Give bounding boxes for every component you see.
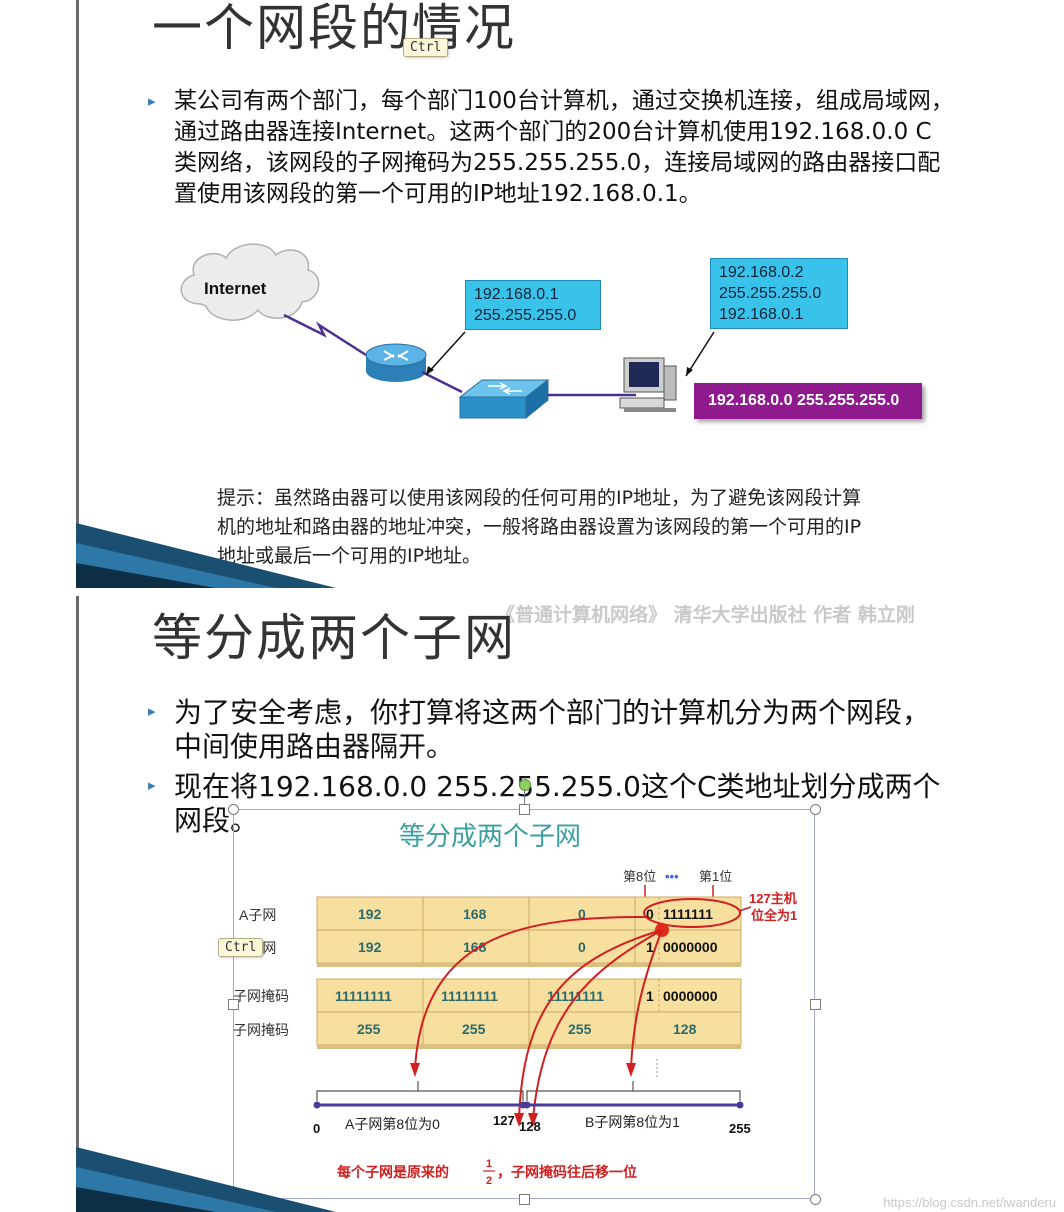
caption-fraction-den: 2	[486, 1175, 492, 1187]
range-start: 0	[313, 1121, 320, 1136]
subnet-figure[interactable]: 等分成两个子网 第8位 ••• 第1位 127主机 位全为1 A子网 B子网 子…	[228, 779, 821, 1205]
host-note-1: 127主机	[749, 891, 797, 906]
pc-mask: 255.255.255.0	[719, 285, 822, 302]
pc-ip: 192.168.0.2	[719, 264, 804, 281]
switch-icon	[458, 378, 550, 420]
slide-corner-swoosh	[76, 1147, 336, 1212]
bit1-label: 第1位	[699, 869, 732, 884]
router-mask: 255.255.255.0	[474, 307, 577, 324]
bit8-label: 第8位	[623, 869, 656, 884]
subnet-figure-canvas: 等分成两个子网 第8位 ••• 第1位 127主机 位全为1 A子网 B子网 子…	[233, 809, 815, 1199]
cell: 192	[358, 939, 382, 955]
range-brace-a	[316, 1090, 524, 1101]
cloud-label: Internet	[204, 279, 267, 298]
cell: 0	[578, 939, 586, 955]
rotate-handle-stem	[524, 789, 525, 804]
cell: 168	[463, 906, 487, 922]
slide-two-subnets[interactable]: 《普通计算机网络》 清华大学出版社 作者 韩立刚 等分成两个子网 ▸ 为了安全考…	[76, 596, 1064, 1212]
cell: 128	[673, 1021, 697, 1037]
cell: 1	[646, 988, 654, 1004]
bit-dots: •••	[665, 869, 679, 884]
resize-handle-top-left[interactable]	[228, 804, 239, 815]
cell: 255	[357, 1021, 381, 1037]
resize-handle-left[interactable]	[228, 999, 239, 1010]
cell: 1111111	[663, 906, 713, 922]
page-watermark: https://blog.csdn.net/iwanderu	[883, 1195, 1056, 1210]
caption-part-1: 每个子网是原来的	[337, 1164, 449, 1180]
pc-gateway: 192.168.0.1	[719, 306, 804, 323]
range-end: 255	[729, 1121, 751, 1136]
cell: 255	[462, 1021, 486, 1037]
host-note-2: 位全为1	[751, 908, 797, 923]
resize-handle-right[interactable]	[810, 999, 821, 1010]
slide-left-border	[76, 596, 79, 1212]
resize-handle-bottom-right[interactable]	[810, 1194, 821, 1205]
row-label-mask-bin: 子网掩码	[233, 988, 289, 1004]
router-pointer-line	[425, 331, 466, 376]
resize-handle-top[interactable]	[519, 804, 530, 815]
resize-handle-top-right[interactable]	[810, 804, 821, 815]
range-a-end: 127	[493, 1113, 515, 1128]
cell: 11111111	[335, 988, 392, 1004]
range-a-label: A子网第8位为0	[345, 1116, 440, 1132]
router-icon	[365, 343, 427, 382]
slide-title: 等分成两个子网	[152, 609, 516, 667]
bullet-text: 为了安全考虑，你打算将这两个部门的计算机分为两个网段，中间使用路由器隔开。	[174, 696, 931, 763]
range-b-start: 128	[519, 1119, 541, 1134]
bullet-arrow-icon: ▸	[148, 776, 156, 794]
slide-corner-swoosh	[76, 523, 336, 588]
computer-icon	[619, 357, 677, 412]
caption-part-2: ，子网掩码往后移一位	[497, 1164, 637, 1180]
router-ip: 192.168.0.1	[474, 286, 559, 303]
router-ip-box: 192.168.0.1 255.255.255.0	[465, 280, 601, 330]
pc-ip-box: 192.168.0.2 255.255.255.0 192.168.0.1	[710, 258, 848, 329]
cell: 11111111	[441, 988, 498, 1004]
slide-single-network[interactable]: 一个网段的情况 Ctrl ▸ 某公司有两个部门，每个部门100台计算机，通过交换…	[76, 0, 1064, 588]
network-address-box: 192.168.0.0 255.255.255.0	[694, 383, 922, 419]
cell: 0000000	[663, 939, 718, 955]
router-switch-link	[421, 370, 463, 394]
range-b-label: B子网第8位为1	[585, 1114, 680, 1130]
figure-title: 等分成两个子网	[399, 821, 581, 851]
bullet-arrow-icon: ▸	[148, 702, 156, 720]
cell: 192	[358, 906, 382, 922]
serial-link	[283, 313, 367, 357]
caption-fraction-num: 1	[486, 1158, 492, 1170]
ctrl-key-tooltip: Ctrl	[218, 938, 264, 957]
book-watermark: 《普通计算机网络》 清华大学出版社 作者 韩立刚	[496, 604, 915, 626]
row-label-mask-dec: 子网掩码	[233, 1022, 289, 1038]
cell: 11111111	[547, 988, 604, 1004]
bullet-item: ▸ 为了安全考虑，你打算将这两个部门的计算机分为两个网段，中间使用路由器隔开。	[148, 696, 954, 764]
row-label-a: A子网	[239, 907, 276, 923]
range-brace-b	[526, 1090, 741, 1101]
cell: 0000000	[663, 988, 718, 1004]
rotate-handle[interactable]	[519, 779, 531, 791]
cell: 168	[463, 939, 487, 955]
resize-handle-bottom[interactable]	[519, 1194, 530, 1205]
cell: 255	[568, 1021, 592, 1037]
